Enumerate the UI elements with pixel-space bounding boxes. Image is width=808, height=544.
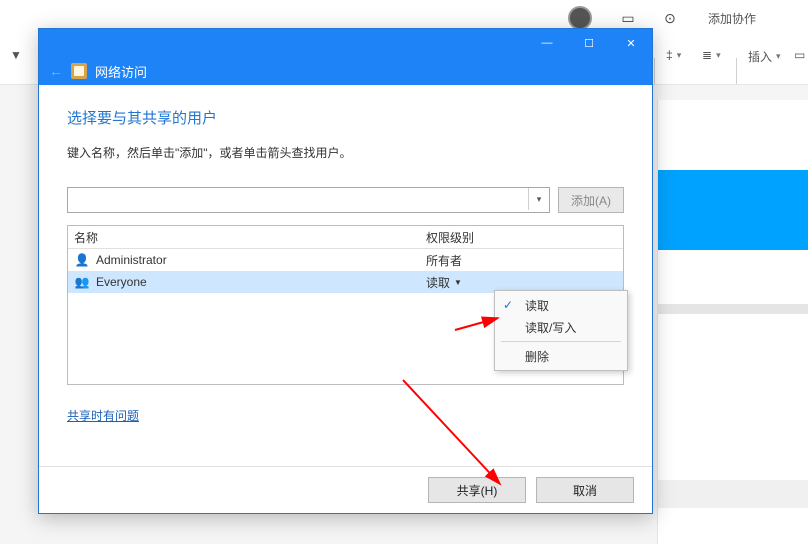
user-combobox-value <box>68 188 72 202</box>
chevron-down-icon[interactable]: ▾ <box>528 188 549 210</box>
list-row-name: Administrator <box>96 253 167 267</box>
line-spacing-icon[interactable]: ‡▾ <box>666 48 681 62</box>
help-link[interactable]: 共享时有问题 <box>67 407 139 424</box>
side-panel <box>657 100 808 544</box>
dialog-heading: 选择要与其共享的用户 <box>67 107 624 128</box>
permission-menu: ✓ 读取 读取/写入 删除 <box>494 290 628 371</box>
breadcrumb: ← 网络访问 <box>39 57 652 85</box>
user-combobox[interactable]: ▾ <box>67 187 550 213</box>
folder-icon <box>71 63 87 79</box>
minimize-button[interactable]: — <box>526 29 568 57</box>
avatar[interactable] <box>568 6 592 30</box>
menu-separator <box>501 341 621 342</box>
comment-icon[interactable]: ▭ <box>618 10 638 26</box>
insert-menu[interactable]: 插入▾ <box>748 48 781 65</box>
side-blue-block <box>658 170 808 250</box>
dialog-footer: 共享(H) 取消 <box>39 466 652 513</box>
network-share-dialog: — ☐ ✕ ← 网络访问 选择要与其共享的用户 键入名称，然后单击"添加"，或者… <box>38 28 653 514</box>
dialog-instruction: 键入名称，然后单击"添加"，或者单击箭头查找用户。 <box>67 144 624 161</box>
list-row-administrator[interactable]: 👤 Administrator 所有者 <box>68 249 623 271</box>
side-gray-block <box>658 480 808 508</box>
back-arrow-icon[interactable]: ← <box>49 63 63 79</box>
menu-item-label: 读取/写入 <box>525 319 576 336</box>
menu-item-readwrite[interactable]: 读取/写入 <box>497 316 625 338</box>
toolbar-separator-2 <box>736 58 737 84</box>
titlebar: — ☐ ✕ <box>39 29 652 57</box>
toolbar-filter-icon[interactable]: ▼ <box>10 48 22 62</box>
menu-item-delete[interactable]: 删除 <box>497 345 625 367</box>
play-icon[interactable]: ⊙ <box>660 10 680 26</box>
screenshot-root: ▭ ⊙ 添加协作 ▼ ‡▾ ≣▾ 插入▾ ▭ — ☐ ✕ ← 网络访问 选择要与… <box>0 0 808 544</box>
insert-label: 插入 <box>748 48 772 65</box>
check-icon: ✓ <box>503 298 513 312</box>
menu-item-read[interactable]: ✓ 读取 <box>497 294 625 316</box>
maximize-button[interactable]: ☐ <box>568 29 610 57</box>
share-button[interactable]: 共享(H) <box>428 477 526 503</box>
menu-item-label: 读取 <box>525 297 549 314</box>
side-gap <box>658 304 808 314</box>
list-row-level: 读取 <box>426 274 450 291</box>
cancel-button[interactable]: 取消 <box>536 477 634 503</box>
add-button: 添加(A) <box>558 187 624 213</box>
watermark-text: 系统之家 <box>750 516 802 535</box>
group-icon: 👥 <box>74 274 90 290</box>
menu-item-label: 删除 <box>525 348 549 365</box>
user-icon: 👤 <box>74 252 90 268</box>
toolbar-separator <box>654 58 655 84</box>
indent-icon[interactable]: ≣▾ <box>702 48 721 62</box>
chevron-down-icon[interactable]: ▼ <box>454 278 462 287</box>
breadcrumb-title: 网络访问 <box>95 62 147 81</box>
list-row-level: 所有者 <box>426 252 462 269</box>
add-collaborate-button[interactable]: 添加协作 <box>702 10 762 26</box>
watermark-icon <box>710 512 744 538</box>
list-header-level[interactable]: 权限级别 <box>420 226 623 248</box>
user-entry-row: ▾ 添加(A) <box>67 187 624 213</box>
watermark: 系统之家 <box>710 512 802 538</box>
close-button[interactable]: ✕ <box>610 29 652 57</box>
more-icon[interactable]: ▭ <box>794 48 805 62</box>
list-row-name: Everyone <box>96 275 147 289</box>
list-header: 名称 权限级别 <box>68 226 623 249</box>
list-header-name[interactable]: 名称 <box>68 226 420 248</box>
